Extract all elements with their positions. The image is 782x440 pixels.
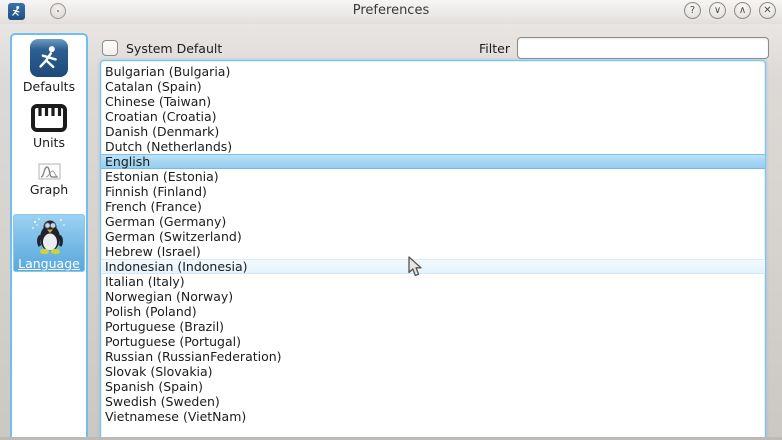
list-item[interactable]: Italian (Italy) xyxy=(101,274,765,289)
system-default-row: System Default xyxy=(102,40,222,56)
list-item[interactable]: French (France) xyxy=(101,199,765,214)
list-item[interactable]: Croatian (Croatia) xyxy=(101,109,765,124)
sidebar-item-language[interactable]: Language xyxy=(13,214,85,272)
list-item[interactable]: German (Switzerland) xyxy=(101,229,765,244)
list-item[interactable]: Slovak (Slovakia) xyxy=(101,364,765,379)
system-default-checkbox[interactable] xyxy=(102,40,118,56)
unshade-button[interactable]: ∧ xyxy=(734,2,751,19)
shade-button[interactable]: ∨ xyxy=(709,2,726,19)
list-item[interactable]: Estonian (Estonia) xyxy=(101,169,765,184)
filter-input[interactable] xyxy=(517,37,769,59)
list-item[interactable]: Swedish (Sweden) xyxy=(101,394,765,409)
sidebar-item-graph[interactable]: Graph xyxy=(13,163,85,197)
sidebar-item-label: Language xyxy=(18,256,80,271)
graph-icon xyxy=(38,163,61,180)
sidebar-item-units[interactable]: Units xyxy=(13,103,85,150)
close-icon: ✕ xyxy=(763,6,771,16)
sidebar-item-defaults[interactable]: Defaults xyxy=(13,39,85,94)
list-item[interactable]: Dutch (Netherlands) xyxy=(101,139,765,154)
penguin-icon xyxy=(30,216,68,256)
list-item[interactable]: Danish (Denmark) xyxy=(101,124,765,139)
sidebar-item-label: Units xyxy=(33,135,65,150)
titlebar[interactable]: Preferences ? ∨ ∧ ✕ xyxy=(0,0,782,24)
filter-row: Filter xyxy=(479,37,769,59)
list-item[interactable]: Norwegian (Norway) xyxy=(101,289,765,304)
sidebar-item-label: Graph xyxy=(30,182,68,197)
sidebar: Defaults Units Graph xyxy=(10,33,88,440)
window-buttons: ? ∨ ∧ ✕ xyxy=(684,2,776,19)
question-icon: ? xyxy=(690,6,695,16)
list-item[interactable]: German (Germany) xyxy=(101,214,765,229)
preferences-dialog: Preferences ? ∨ ∧ ✕ Defaults xyxy=(0,0,782,440)
list-item[interactable]: Finnish (Finland) xyxy=(101,184,765,199)
list-item[interactable]: Russian (RussianFederation) xyxy=(101,349,765,364)
list-item[interactable]: Polish (Poland) xyxy=(101,304,765,319)
list-item[interactable]: Hebrew (Israel) xyxy=(101,244,765,259)
chevron-down-icon: ∨ xyxy=(714,6,721,16)
list-item[interactable]: Portuguese (Portugal) xyxy=(101,334,765,349)
sidebar-item-label: Defaults xyxy=(23,79,75,94)
list-item[interactable]: Portuguese (Brazil) xyxy=(101,319,765,334)
language-list[interactable]: Bulgarian (Bulgaria)Catalan (Spain)Chine… xyxy=(100,60,766,440)
list-item[interactable]: Chinese (Taiwan) xyxy=(101,94,765,109)
window-title: Preferences xyxy=(0,3,782,18)
skier-icon xyxy=(30,39,68,77)
list-item[interactable]: Vietnamese (VietNam) xyxy=(101,409,765,424)
list-item[interactable]: Indonesian (Indonesia) xyxy=(101,259,765,274)
close-button[interactable]: ✕ xyxy=(759,2,776,19)
chevron-up-icon: ∧ xyxy=(739,6,746,16)
filter-label: Filter xyxy=(479,41,510,56)
list-item[interactable]: English xyxy=(101,154,765,169)
help-button[interactable]: ? xyxy=(684,2,701,19)
list-item[interactable]: Spanish (Spain) xyxy=(101,379,765,394)
list-item[interactable]: Bulgarian (Bulgaria) xyxy=(101,64,765,79)
ruler-icon xyxy=(30,103,68,133)
list-item[interactable]: Catalan (Spain) xyxy=(101,79,765,94)
system-default-label: System Default xyxy=(126,41,222,56)
